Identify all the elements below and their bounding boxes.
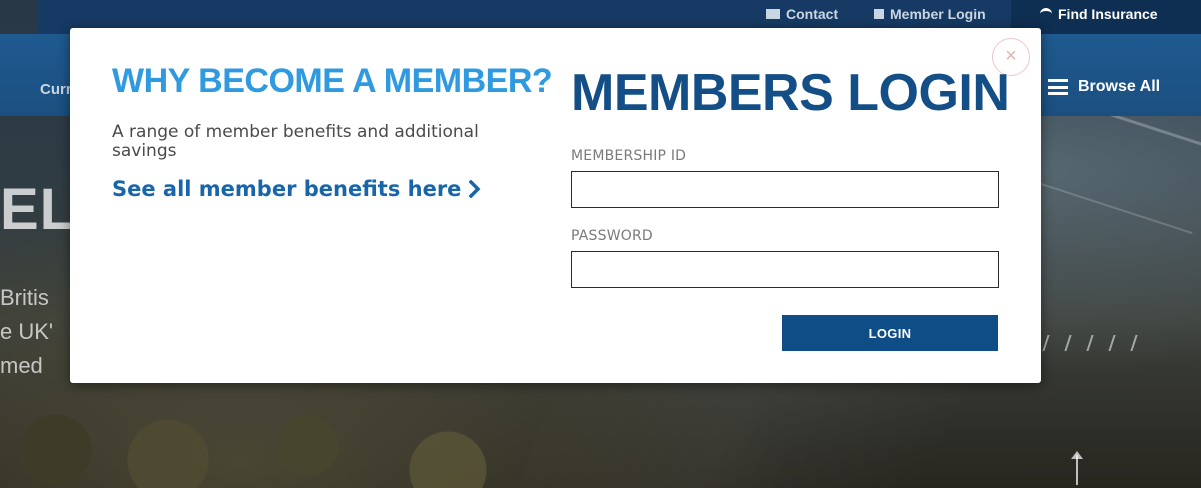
password-input[interactable] bbox=[571, 251, 999, 288]
member-benefits-description: A range of member benefits and additiona… bbox=[112, 122, 479, 161]
member-login-link-label: Member Login bbox=[890, 6, 986, 22]
trees-foliage bbox=[0, 390, 560, 488]
browse-all-label: Browse All bbox=[1078, 78, 1161, 95]
why-become-member-heading: WHY BECOME A MEMBER? bbox=[112, 62, 553, 100]
hero-line: Britis bbox=[0, 285, 49, 310]
chevron-right-icon bbox=[469, 180, 481, 198]
membership-id-input[interactable] bbox=[571, 171, 999, 208]
contact-link[interactable]: Contact bbox=[766, 6, 838, 22]
browse-all-button[interactable]: Browse All bbox=[1048, 78, 1160, 96]
contact-link-label: Contact bbox=[786, 6, 839, 22]
hamburger-menu-icon bbox=[1048, 79, 1068, 95]
hero-subtext-partial: Britis e UK' med bbox=[0, 281, 53, 383]
hero-line: e UK' bbox=[0, 319, 54, 344]
member-login-link[interactable]: Member Login bbox=[874, 6, 986, 22]
find-insurance-link-label: Find Insurance bbox=[1058, 6, 1158, 22]
login-button[interactable]: LOGIN bbox=[782, 315, 998, 351]
find-insurance-link[interactable]: Find Insurance bbox=[1040, 6, 1158, 22]
members-login-heading: MEMBERS LOGIN bbox=[571, 64, 1010, 122]
lane-markings bbox=[1042, 335, 1138, 351]
membership-id-label: MEMBERSHIP ID bbox=[571, 148, 687, 164]
member-benefits-link[interactable]: See all member benefits here bbox=[112, 177, 481, 201]
user-card-icon bbox=[874, 9, 884, 19]
nav-item-partial[interactable]: Curr bbox=[40, 81, 72, 98]
envelope-icon bbox=[766, 9, 780, 19]
umbrella-icon bbox=[1040, 8, 1052, 20]
hero-line: med bbox=[0, 353, 43, 378]
member-benefits-link-label: See all member benefits here bbox=[112, 177, 462, 201]
road-arrow-marking bbox=[1071, 451, 1083, 485]
page: Contact Member Login Find Insurance Curr… bbox=[0, 0, 1201, 488]
password-label: PASSWORD bbox=[571, 228, 653, 244]
